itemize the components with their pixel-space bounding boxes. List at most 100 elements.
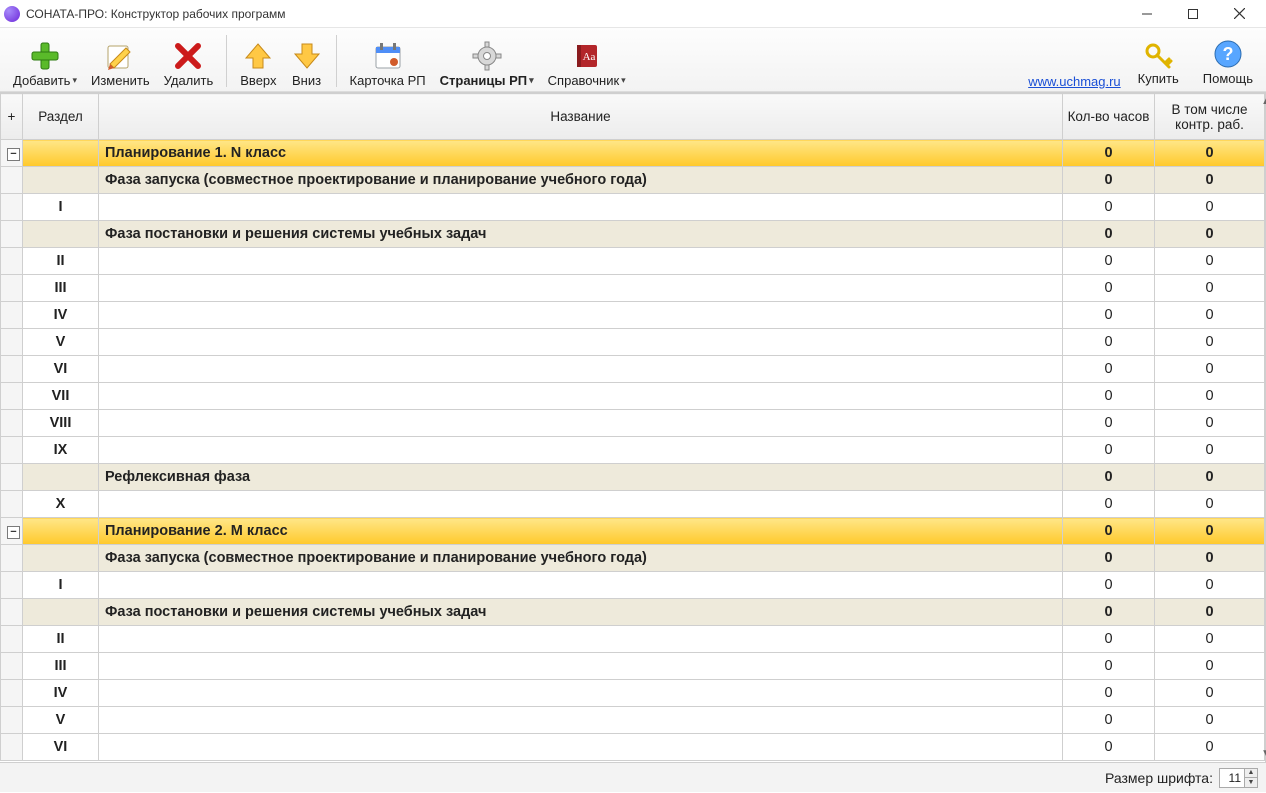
row-ctrl[interactable]: 0 — [1155, 248, 1265, 275]
table-row[interactable]: I00 — [1, 572, 1265, 599]
row-name[interactable]: Планирование 2. M класс — [99, 518, 1063, 545]
collapse-icon[interactable]: − — [7, 526, 20, 539]
header-hours[interactable]: Кол-во часов — [1063, 94, 1155, 140]
row-hours[interactable]: 0 — [1063, 653, 1155, 680]
row-toggle-cell[interactable]: − — [1, 518, 23, 545]
row-hours[interactable]: 0 — [1063, 383, 1155, 410]
row-hours[interactable]: 0 — [1063, 167, 1155, 194]
row-ctrl[interactable]: 0 — [1155, 437, 1265, 464]
table-row[interactable]: Рефлексивная фаза00 — [1, 464, 1265, 491]
table-row[interactable]: VII00 — [1, 383, 1265, 410]
header-expand[interactable]: + — [1, 94, 23, 140]
row-hours[interactable]: 0 — [1063, 680, 1155, 707]
table-row[interactable]: V00 — [1, 329, 1265, 356]
row-ctrl[interactable]: 0 — [1155, 383, 1265, 410]
row-hours[interactable]: 0 — [1063, 572, 1155, 599]
row-hours[interactable]: 0 — [1063, 464, 1155, 491]
site-link[interactable]: www.uchmag.ru — [1028, 74, 1120, 89]
spinner-down-icon[interactable]: ▼ — [1245, 778, 1257, 787]
row-hours[interactable]: 0 — [1063, 518, 1155, 545]
window-minimize-button[interactable] — [1124, 0, 1170, 28]
table-row[interactable]: VI00 — [1, 734, 1265, 761]
row-ctrl[interactable]: 0 — [1155, 599, 1265, 626]
header-name[interactable]: Название — [99, 94, 1063, 140]
row-name[interactable] — [99, 302, 1063, 329]
row-ctrl[interactable]: 0 — [1155, 653, 1265, 680]
row-name[interactable]: Фаза запуска (совместное проектирование … — [99, 545, 1063, 572]
row-hours[interactable]: 0 — [1063, 734, 1155, 761]
table-row[interactable]: Фаза постановки и решения системы учебны… — [1, 221, 1265, 248]
header-section[interactable]: Раздел — [23, 94, 99, 140]
table-row[interactable]: Фаза постановки и решения системы учебны… — [1, 599, 1265, 626]
row-ctrl[interactable]: 0 — [1155, 464, 1265, 491]
table-row[interactable]: −Планирование 1. N класс00 — [1, 140, 1265, 167]
help-button[interactable]: ? Помощь — [1196, 31, 1260, 89]
row-hours[interactable]: 0 — [1063, 491, 1155, 518]
row-ctrl[interactable]: 0 — [1155, 410, 1265, 437]
edit-button[interactable]: Изменить — [84, 33, 157, 91]
table-row[interactable]: IV00 — [1, 302, 1265, 329]
row-ctrl[interactable]: 0 — [1155, 167, 1265, 194]
row-name[interactable] — [99, 410, 1063, 437]
font-size-spinner[interactable]: 11 ▲ ▼ — [1219, 768, 1258, 788]
table-row[interactable]: II00 — [1, 248, 1265, 275]
row-name[interactable] — [99, 383, 1063, 410]
row-ctrl[interactable]: 0 — [1155, 302, 1265, 329]
row-name[interactable] — [99, 734, 1063, 761]
row-hours[interactable]: 0 — [1063, 140, 1155, 167]
table-row[interactable]: II00 — [1, 626, 1265, 653]
row-hours[interactable]: 0 — [1063, 329, 1155, 356]
row-ctrl[interactable]: 0 — [1155, 572, 1265, 599]
table-row[interactable]: III00 — [1, 275, 1265, 302]
row-ctrl[interactable]: 0 — [1155, 680, 1265, 707]
collapse-icon[interactable]: − — [7, 148, 20, 161]
up-button[interactable]: Вверх — [233, 33, 283, 91]
table-row[interactable]: Фаза запуска (совместное проектирование … — [1, 167, 1265, 194]
row-hours[interactable]: 0 — [1063, 626, 1155, 653]
table-row[interactable]: IX00 — [1, 437, 1265, 464]
table-row[interactable]: VI00 — [1, 356, 1265, 383]
table-row[interactable]: III00 — [1, 653, 1265, 680]
planning-table[interactable]: + Раздел Название Кол-во часов В том чис… — [0, 93, 1265, 761]
table-row[interactable]: −Планирование 2. M класс00 — [1, 518, 1265, 545]
down-button[interactable]: Вниз — [284, 33, 330, 91]
row-name[interactable] — [99, 572, 1063, 599]
row-ctrl[interactable]: 0 — [1155, 518, 1265, 545]
row-hours[interactable]: 0 — [1063, 194, 1155, 221]
row-hours[interactable]: 0 — [1063, 356, 1155, 383]
table-row[interactable]: VIII00 — [1, 410, 1265, 437]
row-hours[interactable]: 0 — [1063, 599, 1155, 626]
table-row[interactable]: I00 — [1, 194, 1265, 221]
row-name[interactable] — [99, 248, 1063, 275]
row-ctrl[interactable]: 0 — [1155, 545, 1265, 572]
spinner-up-icon[interactable]: ▲ — [1245, 769, 1257, 778]
row-name[interactable] — [99, 626, 1063, 653]
row-hours[interactable]: 0 — [1063, 437, 1155, 464]
row-ctrl[interactable]: 0 — [1155, 194, 1265, 221]
row-name[interactable] — [99, 275, 1063, 302]
row-name[interactable]: Планирование 1. N класс — [99, 140, 1063, 167]
row-ctrl[interactable]: 0 — [1155, 356, 1265, 383]
row-toggle-cell[interactable]: − — [1, 140, 23, 167]
row-name[interactable] — [99, 356, 1063, 383]
pages-button[interactable]: Страницы РП▾ — [433, 33, 541, 91]
row-name[interactable] — [99, 491, 1063, 518]
row-ctrl[interactable]: 0 — [1155, 491, 1265, 518]
header-ctrl[interactable]: В том числе контр. раб. — [1155, 94, 1265, 140]
card-button[interactable]: Карточка РП — [343, 33, 433, 91]
row-name[interactable]: Рефлексивная фаза — [99, 464, 1063, 491]
row-ctrl[interactable]: 0 — [1155, 221, 1265, 248]
row-ctrl[interactable]: 0 — [1155, 140, 1265, 167]
row-ctrl[interactable]: 0 — [1155, 707, 1265, 734]
row-hours[interactable]: 0 — [1063, 707, 1155, 734]
row-ctrl[interactable]: 0 — [1155, 275, 1265, 302]
row-hours[interactable]: 0 — [1063, 545, 1155, 572]
row-hours[interactable]: 0 — [1063, 221, 1155, 248]
table-row[interactable]: X00 — [1, 491, 1265, 518]
row-hours[interactable]: 0 — [1063, 302, 1155, 329]
row-name[interactable] — [99, 680, 1063, 707]
row-name[interactable] — [99, 653, 1063, 680]
row-hours[interactable]: 0 — [1063, 410, 1155, 437]
table-row[interactable]: IV00 — [1, 680, 1265, 707]
row-ctrl[interactable]: 0 — [1155, 329, 1265, 356]
